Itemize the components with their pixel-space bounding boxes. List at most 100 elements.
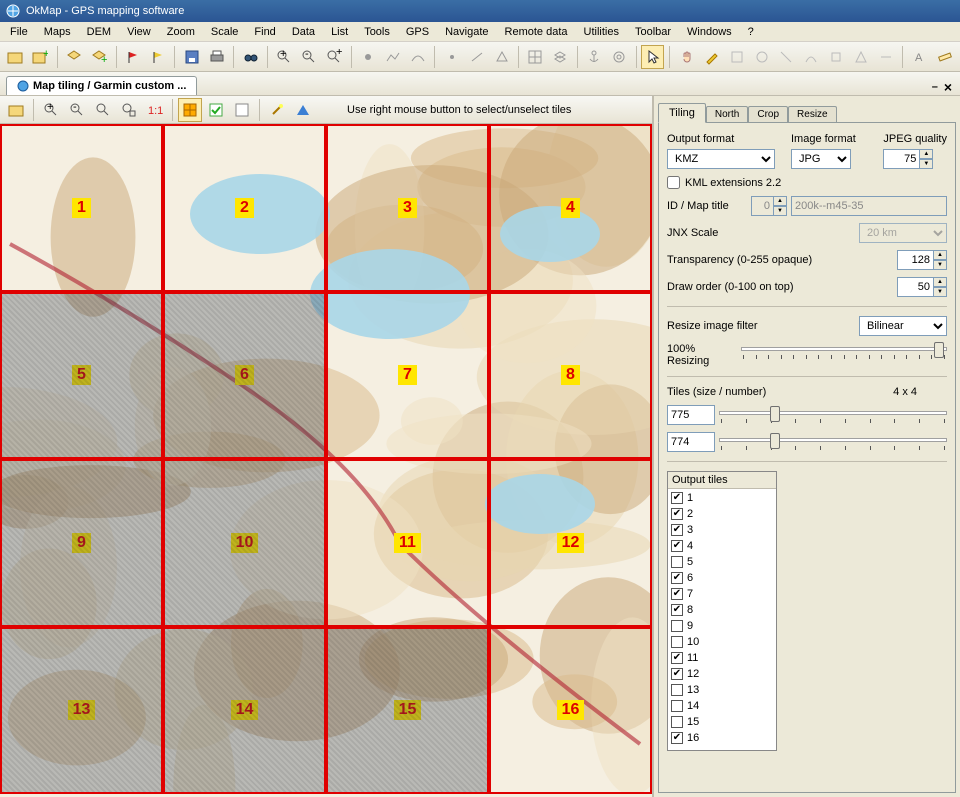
spin-down-icon[interactable]: ▼ [933, 260, 947, 270]
menu-find[interactable]: Find [246, 24, 283, 40]
menu-remote-data[interactable]: Remote data [497, 24, 576, 40]
output-format-select[interactable]: KMZ [667, 149, 775, 169]
map-tile[interactable]: 4 [489, 124, 652, 292]
layer-icon[interactable] [63, 45, 86, 69]
menu-help[interactable]: ? [740, 24, 762, 40]
map-tile[interactable]: 2 [163, 124, 326, 292]
edit-icon[interactable] [700, 45, 723, 69]
open-map-icon[interactable] [4, 45, 27, 69]
window-minimize-icon[interactable]: – [932, 81, 938, 93]
menu-maps[interactable]: Maps [36, 24, 79, 40]
map-tile[interactable]: 6 [163, 292, 326, 460]
checkbox-icon[interactable] [671, 700, 683, 712]
output-tile-item[interactable]: 6 [671, 570, 773, 586]
map-tile[interactable]: 7 [326, 292, 489, 460]
menu-dem[interactable]: DEM [79, 24, 119, 40]
map-tile[interactable]: 1 [0, 124, 163, 292]
checkbox-icon[interactable] [671, 604, 683, 616]
menu-zoom[interactable]: Zoom [159, 24, 203, 40]
jpeg-quality-spinner[interactable]: ▲▼ [883, 149, 947, 169]
spin-up-icon[interactable]: ▲ [933, 250, 947, 260]
transparency-input[interactable] [897, 250, 933, 270]
output-tile-item[interactable]: 3 [671, 522, 773, 538]
draw-order-spinner[interactable]: ▲▼ [897, 277, 947, 297]
output-tile-item[interactable]: 12 [671, 666, 773, 682]
tool-b-icon[interactable] [750, 45, 773, 69]
map-tile[interactable]: 5 [0, 292, 163, 460]
output-tile-item[interactable]: 9 [671, 618, 773, 634]
map-tile[interactable]: 10 [163, 459, 326, 627]
spin-up-icon[interactable]: ▲ [919, 149, 933, 159]
checkbox-icon[interactable] [671, 684, 683, 696]
checkbox-icon[interactable] [671, 556, 683, 568]
map-tile[interactable]: 13 [0, 627, 163, 795]
tile-height-slider[interactable] [719, 434, 947, 450]
map-zoom-out-icon[interactable]: - [65, 98, 89, 122]
jpeg-quality-input[interactable] [883, 149, 919, 169]
draw-order-input[interactable] [897, 277, 933, 297]
draw-line-icon[interactable] [465, 45, 488, 69]
checkbox-icon[interactable] [671, 652, 683, 664]
checkbox-icon[interactable] [671, 716, 683, 728]
checkbox-icon[interactable] [671, 668, 683, 680]
checkbox-icon[interactable] [671, 732, 683, 744]
tile-width-input[interactable] [667, 405, 715, 425]
open-map-plus-icon[interactable]: + [29, 45, 52, 69]
map-tile[interactable]: 8 [489, 292, 652, 460]
red-flag-icon[interactable] [122, 45, 145, 69]
menu-view[interactable]: View [119, 24, 159, 40]
menu-navigate[interactable]: Navigate [437, 24, 496, 40]
map-tile[interactable]: 15 [326, 627, 489, 795]
draw-point-icon[interactable] [440, 45, 463, 69]
map-check-on-icon[interactable] [204, 98, 228, 122]
tool-c-icon[interactable] [775, 45, 798, 69]
output-tile-item[interactable]: 10 [671, 634, 773, 650]
map-tile[interactable]: 16 [489, 627, 652, 795]
gps-track-icon[interactable] [406, 45, 429, 69]
output-tile-item[interactable]: 8 [671, 602, 773, 618]
resize-filter-select[interactable]: Bilinear [859, 316, 947, 336]
map-grid[interactable]: 12345678910111213141516 [0, 124, 652, 797]
kml-extensions-checkbox[interactable] [667, 176, 680, 189]
checkbox-icon[interactable] [671, 508, 683, 520]
map-triangle-icon[interactable] [291, 98, 315, 122]
output-tile-item[interactable]: 4 [671, 538, 773, 554]
checkbox-icon[interactable] [671, 540, 683, 552]
anchor-icon[interactable] [583, 45, 606, 69]
output-tile-item[interactable]: 2 [671, 506, 773, 522]
map-zoom-fit-icon[interactable] [91, 98, 115, 122]
grid-icon[interactable] [524, 45, 547, 69]
tab-crop[interactable]: Crop [748, 106, 788, 122]
output-tile-item[interactable]: 13 [671, 682, 773, 698]
resize-slider[interactable] [741, 343, 947, 359]
checkbox-icon[interactable] [671, 492, 683, 504]
tool-a-icon[interactable] [725, 45, 748, 69]
window-close-icon[interactable]: × [944, 79, 952, 95]
ruler-icon[interactable] [933, 45, 956, 69]
output-tile-item[interactable]: 7 [671, 586, 773, 602]
cursor-icon[interactable] [641, 45, 664, 69]
binoculars-icon[interactable] [239, 45, 262, 69]
tile-height-input[interactable] [667, 432, 715, 452]
yellow-flag-icon[interactable] [146, 45, 169, 69]
map-tile[interactable]: 12 [489, 459, 652, 627]
spin-up-icon[interactable]: ▲ [933, 277, 947, 287]
gps-waypoint-icon[interactable] [357, 45, 380, 69]
zoom-in-icon[interactable]: + [273, 45, 296, 69]
zoom-out-icon[interactable]: - [298, 45, 321, 69]
map-tile[interactable]: 3 [326, 124, 489, 292]
image-format-select[interactable]: JPG [791, 149, 851, 169]
output-tile-item[interactable]: 16 [671, 730, 773, 746]
checkbox-icon[interactable] [671, 620, 683, 632]
map-open-icon[interactable] [4, 98, 28, 122]
map-tile[interactable]: 11 [326, 459, 489, 627]
map-check-off-icon[interactable] [230, 98, 254, 122]
transparency-spinner[interactable]: ▲▼ [897, 250, 947, 270]
output-tile-item[interactable]: 15 [671, 714, 773, 730]
save-icon[interactable] [180, 45, 203, 69]
map-grid-icon[interactable] [178, 98, 202, 122]
map-zoom-1to1-icon[interactable]: 1:1 [143, 98, 167, 122]
map-zoom-area-icon[interactable] [117, 98, 141, 122]
zoom-fit-icon[interactable]: + [323, 45, 346, 69]
map-tile[interactable]: 14 [163, 627, 326, 795]
